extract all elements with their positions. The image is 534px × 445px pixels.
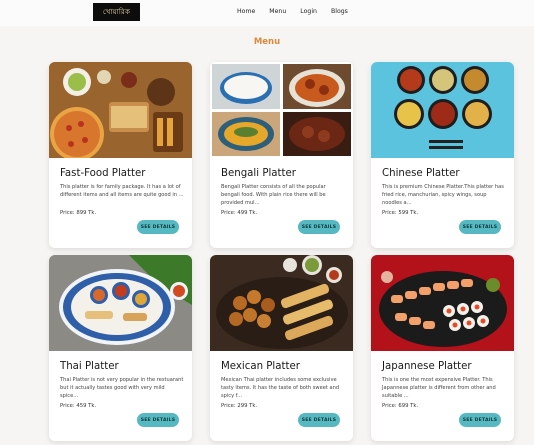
card-price: Price: 459 Tk. bbox=[60, 403, 97, 409]
see-details-button[interactable]: SEE DETAILS bbox=[137, 413, 179, 427]
see-details-button[interactable]: SEE DETAILS bbox=[459, 220, 501, 234]
menu-card-japanese: Japannese Platter This is one the most e… bbox=[371, 255, 514, 441]
nav-link-home[interactable]: Home bbox=[237, 8, 255, 15]
card-price: Price: 499 Tk. bbox=[221, 210, 258, 216]
menu-card-mexican: Mexican Platter Mexican Thai platter inc… bbox=[210, 255, 353, 441]
nav-link-blogs[interactable]: Blogs bbox=[331, 8, 348, 15]
card-description: Thai Platter is not very popular in the … bbox=[60, 377, 184, 400]
menu-card-chinese: Chinese Platter This is premium Chinese … bbox=[371, 62, 514, 248]
card-price: Price: 599 Tk. bbox=[382, 210, 419, 216]
card-title: Thai Platter bbox=[60, 361, 119, 372]
card-title: Fast-Food Platter bbox=[60, 168, 146, 179]
page-title: Menu bbox=[253, 37, 281, 47]
nav-link-menu[interactable]: Menu bbox=[269, 8, 286, 15]
see-details-button[interactable]: SEE DETAILS bbox=[298, 413, 340, 427]
menu-card-bengali: Bengali Platter Bengali Platter consists… bbox=[210, 62, 353, 248]
menu-card-fast-food: Fast-Food Platter This platter is for fa… bbox=[49, 62, 192, 248]
bengali-platter-image[interactable] bbox=[210, 62, 353, 158]
card-title: Chinese Platter bbox=[382, 168, 460, 179]
thai-platter-image[interactable] bbox=[49, 255, 192, 351]
card-description: This platter is for family package. It h… bbox=[60, 184, 184, 199]
card-title: Bengali Platter bbox=[221, 168, 296, 179]
nav-links: Home Menu Login Blogs bbox=[237, 8, 362, 15]
chinese-platter-image[interactable] bbox=[371, 62, 514, 158]
see-details-button[interactable]: SEE DETAILS bbox=[298, 220, 340, 234]
card-price: Price: 299 Tk. bbox=[221, 403, 258, 409]
nav-link-login[interactable]: Login bbox=[300, 8, 317, 15]
see-details-button[interactable]: SEE DETAILS bbox=[137, 220, 179, 234]
menu-card-thai: Thai Platter Thai Platter is not very po… bbox=[49, 255, 192, 441]
card-title: Japannese Platter bbox=[382, 361, 472, 372]
card-price: Price: 699 Tk. bbox=[382, 403, 419, 409]
mexican-platter-image[interactable] bbox=[210, 255, 353, 351]
see-details-button[interactable]: SEE DETAILS bbox=[459, 413, 501, 427]
card-description: Bengali Platter consists of all the popu… bbox=[221, 184, 326, 207]
card-description: This is one the most expensive Platter. … bbox=[382, 377, 496, 400]
card-description: Mexican Thai platter includes some exclu… bbox=[221, 377, 340, 400]
card-price: Price: 899 Tk. bbox=[60, 210, 97, 216]
japanese-platter-image[interactable] bbox=[371, 255, 514, 351]
card-description: This is premium Chinese Platter.This pla… bbox=[382, 184, 504, 207]
site-logo[interactable]: খোয়ারিক bbox=[93, 3, 140, 21]
card-title: Mexican Platter bbox=[221, 361, 300, 372]
navbar: খোয়ারিক Home Menu Login Blogs bbox=[0, 0, 534, 26]
fast-food-platter-image[interactable] bbox=[49, 62, 192, 158]
